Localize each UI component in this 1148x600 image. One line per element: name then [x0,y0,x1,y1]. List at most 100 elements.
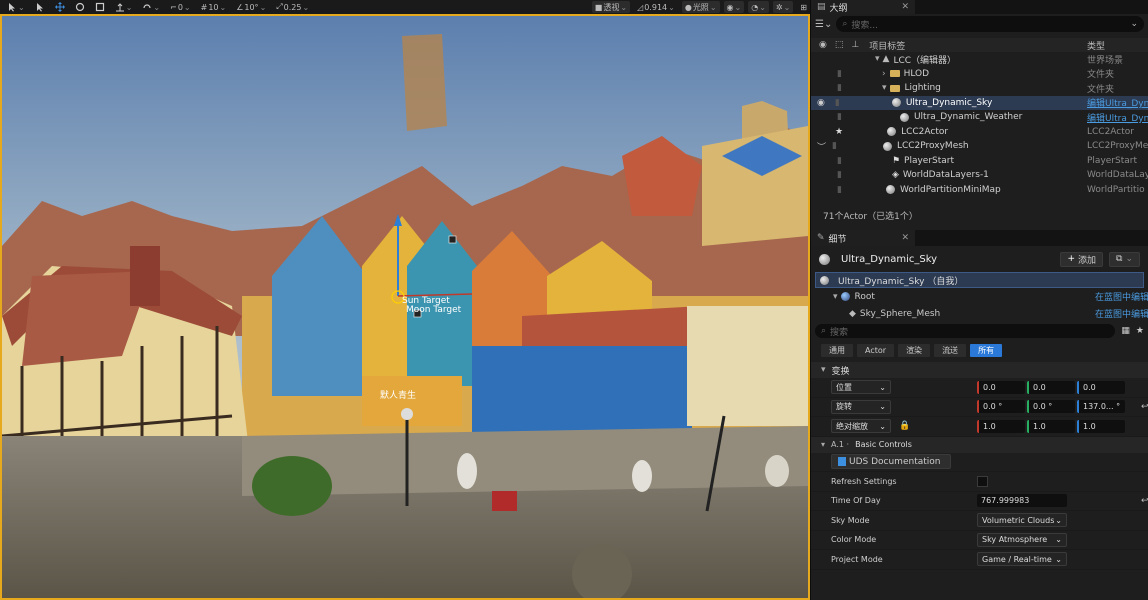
rotation-y[interactable]: 0.0 ° [1027,400,1075,414]
outliner-row-minimap[interactable]: ▮ WorldPartitionMiniMap WorldPartitio [811,183,1148,198]
close-icon[interactable]: ✕ [901,2,909,12]
outliner-row-playerstart[interactable]: ▮ ⚑ PlayerStart PlayerStart [811,154,1148,169]
outliner-row-world[interactable]: ▾ ▲ LCC（编辑器） 世界场景 [811,52,1148,67]
component-sky-sphere[interactable]: ◆ Sky_Sphere_Mesh 在蓝图中编辑 [811,305,1148,322]
details-icon: ✎ [817,233,825,243]
scale-snap[interactable]: ⤢ 0.25 ⌄ [273,1,312,13]
row-type-link[interactable]: 编辑Ultra_Dyn [1087,96,1148,109]
filter-all[interactable]: 所有 [970,343,1003,357]
edit-in-blueprint-link[interactable]: 在蓝图中编辑 [1095,307,1148,320]
eye-closed-icon[interactable]: ︶ [817,140,826,153]
col-type[interactable]: 类型 [1087,39,1105,52]
time-of-day-label: Time Of Day [831,496,881,506]
settings-button[interactable]: ✲ ⌄ [772,1,794,13]
scale-z[interactable]: 1.0 [1077,419,1125,433]
location-y[interactable]: 0.0 [1027,380,1075,394]
scale-dropdown[interactable]: 绝对缩放 ⌄ [831,419,891,434]
edit-in-blueprint-link[interactable]: 在蓝图中编辑 [1095,290,1148,303]
project-mode-dropdown[interactable]: Game / Real-time ⌄ [977,552,1067,567]
filter-rendering[interactable]: 渲染 [898,343,931,357]
surface-snap-icon[interactable]: ⌄ [139,1,163,13]
show-flags-button[interactable]: ◉ ⌄ [723,1,745,13]
layout-button[interactable]: ⊞ [797,1,810,13]
level-viewport[interactable]: Sun Target Moon Target 默人青生 [0,14,810,600]
time-of-day-input[interactable]: 767.999983 [977,494,1067,508]
rotation-z[interactable]: 137.0... ° [1077,400,1125,414]
reset-arrow-icon[interactable]: ↩ [1141,496,1148,506]
blueprint-button[interactable]: ⧉ ⌄ [1109,251,1140,267]
scale-icon[interactable] [92,1,108,13]
color-mode-value: Sky Atmosphere [982,535,1048,545]
scale-x[interactable]: 1.0 [977,419,1025,433]
outliner-search-input[interactable]: 搜索... [851,18,878,31]
uds-documentation-button[interactable]: UDS Documentation [831,454,951,470]
outliner-row-lcc2actor[interactable]: ★ LCC2Actor LCC2Actor [811,125,1148,140]
sky-mode-dropdown[interactable]: Volumetric Clouds ⌄ [977,513,1067,528]
details-search-input[interactable]: 搜索 [830,325,848,338]
location-x[interactable]: 0.0 [977,380,1025,394]
outliner-row-hlod[interactable]: ▮ › HLOD 文件夹 [811,67,1148,82]
add-component-button[interactable]: + 添加 [1060,251,1104,267]
outliner-row-ultra-dynamic-weather[interactable]: ▮ Ultra_Dynamic_Weather 编辑Ultra_Dyn [811,110,1148,125]
tab-outliner[interactable]: ▤ 大纲 ✕ [811,0,915,14]
right-panel: ▤ 大纲 ✕ ☰⌄ ⌕ 搜索... ⌄ ◉ ⬚ ⊥ 项目标签 类型 ▾ ▲ LCC（编… [810,0,1148,600]
filter-icon[interactable]: ☰⌄ [815,19,832,30]
basic-controls-header[interactable]: ▾ A.1 · Basic Controls [811,436,1148,453]
rotation-dropdown[interactable]: 旋转 ⌄ [831,399,891,414]
angle-snap[interactable]: ∠ 10° ⌄ [233,1,269,13]
grid-view-icon[interactable]: ▦ [1121,326,1130,336]
close-icon[interactable]: ✕ [901,233,909,243]
filter-general[interactable]: 通用 [821,343,853,357]
row-name: LCC（编辑器） [893,55,957,66]
outliner-tab-label: 大纲 [829,3,848,14]
favorite-star-icon[interactable]: ★ [1136,326,1144,336]
tab-details[interactable]: ✎ 细节 ✕ [811,230,915,246]
coordinate-space-icon[interactable]: ⌄ [112,1,136,13]
reset-arrow-icon[interactable]: ↩ [1141,402,1148,412]
actor-icon [891,98,901,108]
perspective-button[interactable]: ■ 透视 ⌄ [591,1,631,13]
location-z[interactable]: 0.0 [1077,380,1125,394]
translate-icon[interactable] [52,1,68,13]
outliner-search[interactable]: ⌕ 搜索... ⌄ [836,16,1144,32]
pin-header-icon: ⊥ [851,40,860,50]
scale-y[interactable]: 1.0 [1027,419,1075,433]
rotation-x[interactable]: 0.0 ° [977,400,1025,414]
fov-control[interactable]: ◿ 0.914 ⌄ [634,1,678,13]
outliner-row-lcc2proxymesh[interactable]: ︶ ▮ LCC2ProxyMesh LCC2ProxyMes [811,139,1148,154]
outliner-row-worlddatalayers[interactable]: ▮◈WorldDataLayers-1WorldDataLaye [811,168,1148,183]
transform-section-header[interactable]: ▾ 变换 [811,362,1148,378]
scene-component-icon [840,292,850,301]
col-item-label[interactable]: 项目标签 [869,39,905,52]
component-root[interactable]: ▾ Root 在蓝图中编辑 [811,288,1148,305]
select-mode-icon[interactable]: ⌄ [4,1,28,13]
select-arrow-icon[interactable] [32,1,48,13]
gizmo-label-moon: Moon Target [406,305,462,315]
eye-icon[interactable]: ◉ [817,98,825,108]
lit-mode-button[interactable]: ● 光照 ⌄ [681,1,720,13]
outliner-row-ultra-dynamic-sky[interactable]: ◉ ▮ Ultra_Dynamic_Sky 编辑Ultra_Dyn [811,95,1148,110]
actor-icon [882,141,892,151]
color-mode-label: Color Mode [831,535,877,545]
outliner-row-lighting[interactable]: ▮ ▾ Lighting 文件夹 [811,81,1148,96]
row-type: 文件夹 [1087,84,1115,95]
row-type-link[interactable]: 编辑Ultra_Dyn [1087,111,1148,124]
filter-actor[interactable]: Actor [857,343,895,357]
color-mode-dropdown[interactable]: Sky Atmosphere ⌄ [977,532,1067,547]
perspective-icon: ■ [594,2,603,12]
row-name: LCC2ProxyMesh [896,141,969,152]
performance-button[interactable]: ◔ ⌄ [748,1,769,13]
lock-icon[interactable]: 🔒 [899,421,910,431]
viewport-toolbar: ⌄ ⌄ ⌄ ⌐ 0 ⌄ #10 ⌄ ∠ 10° ⌄ ⤢ 0.25 ⌄ ■ 透视 ⌄ ◿ 0.914 ⌄… [0,0,810,14]
rotate-icon[interactable] [72,1,88,13]
component-name: Sky_Sphere_Mesh [859,308,941,319]
row-type: PlayerStart [1087,155,1137,166]
details-search[interactable]: ⌕ 搜索 [815,324,1116,338]
component-self[interactable]: Ultra_Dynamic_Sky （自我） [815,272,1144,288]
rot-snap[interactable]: ⌐ 0 ⌄ [167,1,194,13]
grid-snap[interactable]: #10 ⌄ [198,1,230,13]
location-dropdown[interactable]: 位置 ⌄ [831,380,891,395]
refresh-settings-checkbox[interactable] [977,475,988,487]
filter-streaming[interactable]: 流送 [934,343,967,357]
row-type: LCC2ProxyMes [1087,141,1148,152]
